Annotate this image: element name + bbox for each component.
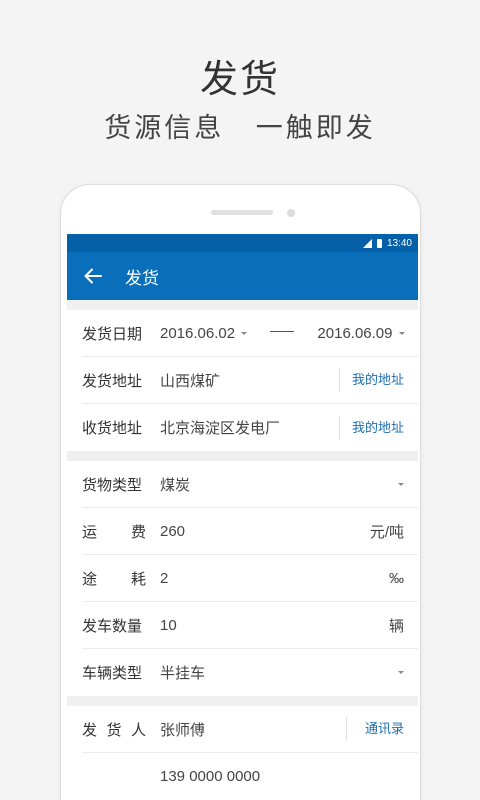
sender-label-char: 货 [106,721,122,739]
origin-label: 发货地址 [82,372,143,390]
phone-input[interactable]: 139 0000 0000 [160,768,404,785]
loss-input[interactable]: 2 [160,570,389,587]
cargo-type-row[interactable]: 货物类型 煤炭 [82,461,418,508]
start-date-value: 2016.06.02 [160,324,236,342]
sender-input[interactable]: 张师傅 [160,719,346,740]
destination-my-address-link[interactable]: 我的地址 [338,415,404,440]
caret-down-icon [241,331,248,335]
origin-field[interactable]: 山西煤矿 [160,370,339,391]
sender-label-char: 发 [82,721,98,739]
caret-down-icon [398,671,404,674]
shipping-section: 发货日期 2016.06.02 2016.06.09 发货地址 山西煤矿 我的地… [67,310,418,451]
vehicle-count-input[interactable]: 10 [160,617,389,634]
origin-my-address-link[interactable]: 我的地址 [338,368,404,392]
phone-camera [287,209,295,217]
vehicle-count-unit: 辆 [388,617,404,635]
ship-date-label: 发货日期 [82,325,143,343]
contact-section: 发 货 人 张师傅 通讯录 139 0000 0000 [67,706,418,800]
sender-label: 发 货 人 [82,719,160,740]
destination-field[interactable]: 北京海淀区发电厂 [160,417,339,438]
signal-icon [362,238,372,248]
date-range-separator [270,331,295,333]
page-title: 发货 [125,268,159,288]
loss-unit: ‰ [389,569,404,587]
start-date-picker[interactable]: 2016.06.02 [160,324,248,342]
contacts-link[interactable]: 通讯录 [345,717,404,741]
destination-row: 收货地址 北京海淀区发电厂 我的地址 [82,404,418,451]
cargo-type-label: 货物类型 [82,476,143,494]
vehicle-count-row: 发车数量 10 辆 [82,602,418,649]
end-date-picker[interactable]: 2016.06.09 [317,324,405,342]
loss-label-char: 耗 [130,570,146,588]
app-bar: 发货 [67,252,418,300]
sender-label-char: 人 [130,721,146,739]
phone-frame: 13:40 发货 发货日期 2016.06.02 2016.06.09 发货地址… [60,184,421,800]
loss-label: 途 耗 [82,568,160,589]
ship-date-range: 2016.06.02 2016.06.09 [160,325,405,342]
promo-subtitle: 货源信息 一触即发 [104,113,376,143]
caret-down-icon [398,331,405,335]
sender-row: 发 货 人 张师傅 通讯录 [82,706,418,753]
freight-row: 运 费 260 元/吨 [82,508,418,555]
status-bar: 13:40 [67,234,418,252]
freight-label: 运 费 [82,521,160,542]
caret-down-icon [398,482,404,486]
vehicle-type-row[interactable]: 车辆类型 半挂车 [82,649,418,696]
status-time: 13:40 [386,237,412,249]
freight-unit: 元/吨 [369,523,404,541]
promo-title: 发货 [199,59,280,101]
loss-label-char: 途 [82,570,98,588]
vehicle-count-label: 发车数量 [82,617,143,635]
cargo-type-value: 煤炭 [160,476,191,494]
phone-speaker [211,210,273,215]
phone-row: 139 0000 0000 [82,753,418,800]
end-date-value: 2016.06.09 [317,324,393,342]
back-button[interactable] [67,252,115,300]
loss-row: 途 耗 2 ‰ [82,555,418,602]
vehicle-type-label: 车辆类型 [82,665,143,682]
vehicle-type-value: 半挂车 [160,665,206,682]
freight-input[interactable]: 260 [160,523,370,540]
battery-icon [376,238,382,248]
ship-date-row: 发货日期 2016.06.02 2016.06.09 [82,310,418,357]
destination-label: 收货地址 [82,420,143,437]
origin-row: 发货地址 山西煤矿 我的地址 [82,357,418,404]
freight-label-char: 费 [130,523,146,541]
freight-label-char: 运 [82,523,98,541]
app-screen: 13:40 发货 发货日期 2016.06.02 2016.06.09 发货地址… [67,234,418,800]
arrow-left-icon [84,268,102,284]
cargo-section: 货物类型 煤炭 运 费 260 元/吨 途 耗 2 ‰ 发车数量 10 辆 车辆… [67,461,418,696]
